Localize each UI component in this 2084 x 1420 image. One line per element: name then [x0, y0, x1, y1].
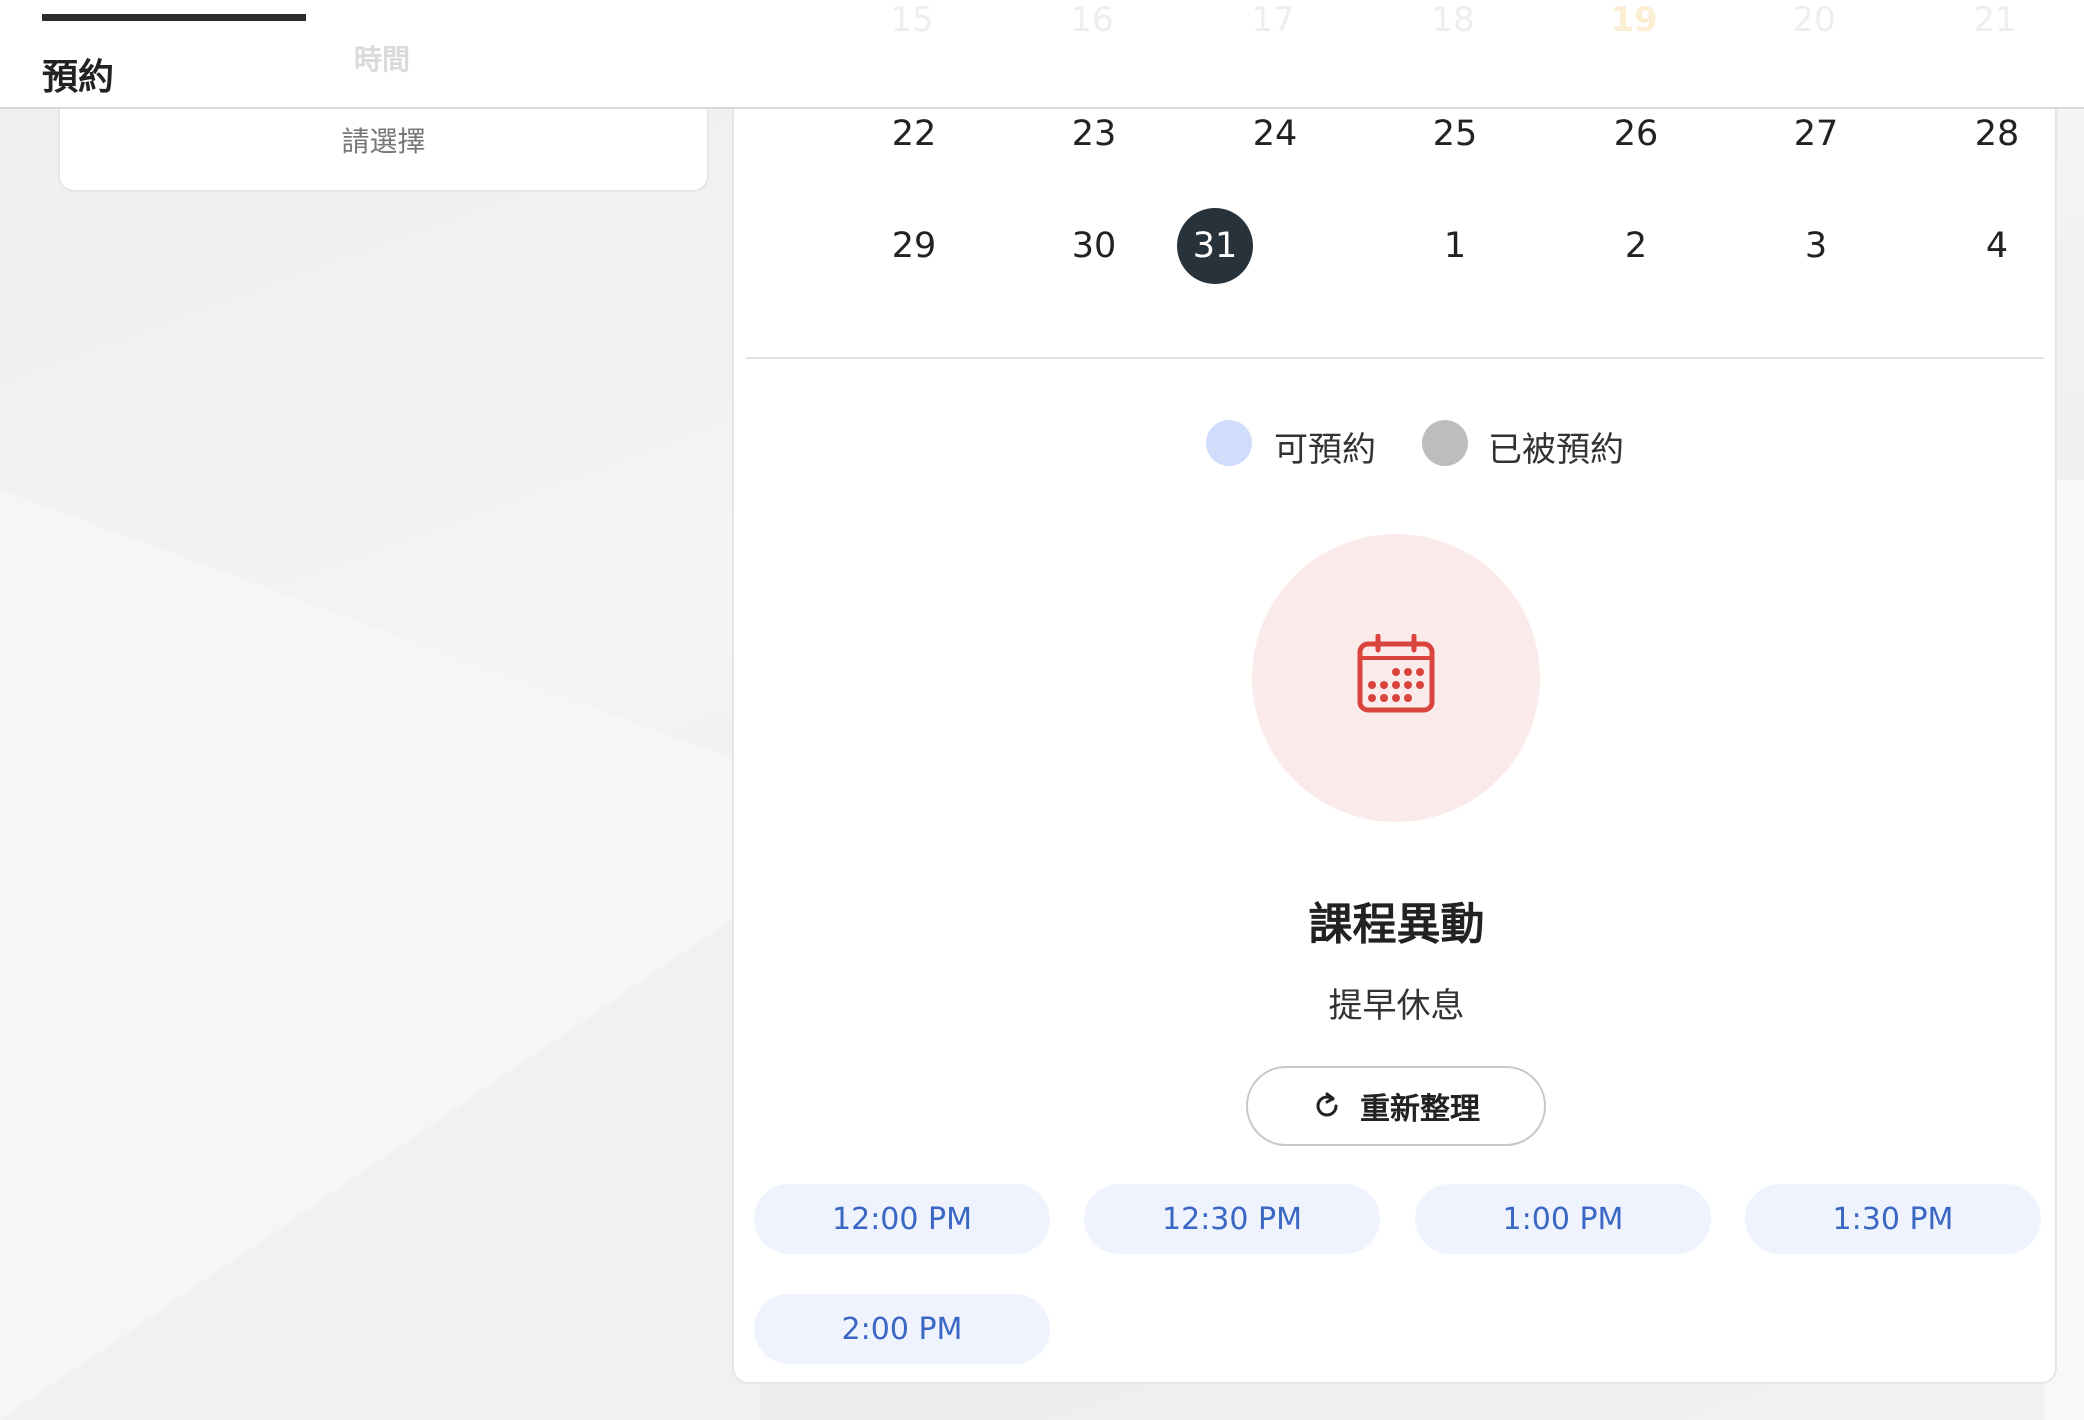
tab-time-label: 時間: [354, 43, 411, 76]
legend: 可預約 已被預約: [734, 418, 2059, 470]
calendar-day-faded: 16: [1070, 0, 1114, 40]
divider: [746, 357, 2044, 359]
calendar-day-faded: 15: [890, 0, 934, 40]
calendar-day[interactable]: 1: [1415, 206, 1495, 286]
calendar-day[interactable]: 29: [874, 206, 954, 286]
background-pane: [0, 900, 760, 1420]
legend-booked-dot: [1422, 420, 1468, 466]
refresh-icon: [1316, 1092, 1338, 1117]
calendar-day-today-faded: 19: [1610, 0, 1658, 40]
time-slot[interactable]: 2:00 PM: [754, 1294, 1050, 1364]
time-slot[interactable]: 12:00 PM: [754, 1184, 1050, 1254]
refresh-button-label: 重新整理: [1360, 1092, 1480, 1127]
calendar-day[interactable]: 30: [1054, 206, 1134, 286]
calendar-week-row: 29 30 31 1 2 3 4: [734, 206, 2059, 286]
time-select-placeholder: 請選擇: [341, 125, 426, 158]
calendar-day-faded: 17: [1251, 0, 1295, 40]
tab-booking[interactable]: 預約: [42, 0, 306, 109]
time-slot[interactable]: 1:30 PM: [1745, 1184, 2041, 1254]
notice-title: 課程異動: [1308, 899, 1485, 950]
legend-available-label: 可預約: [1274, 430, 1376, 470]
refresh-button[interactable]: 重新整理: [1246, 1066, 1546, 1146]
time-slot[interactable]: 12:30 PM: [1084, 1184, 1380, 1254]
active-tab-indicator: [42, 14, 306, 21]
tab-booking-label: 預約: [42, 57, 115, 98]
top-header: 預約 時間 15 16 17 18 19 20 21: [0, 0, 2084, 109]
calendar-week-row-faded: 15 16 17 18 19 20 21: [732, 0, 2057, 40]
legend-available-dot: [1206, 420, 1252, 466]
notice-icon-circle: [1252, 534, 1540, 822]
legend-booked-label: 已被預約: [1488, 430, 1624, 470]
calendar-day[interactable]: 3: [1776, 206, 1856, 286]
time-slot[interactable]: 1:00 PM: [1415, 1184, 1711, 1254]
calendar-day[interactable]: 4: [1957, 206, 2037, 286]
calendar-day-faded: 20: [1792, 0, 1836, 40]
notice-description: 提早休息: [1328, 986, 1465, 1026]
calendar-day-selected[interactable]: 31: [1177, 208, 1253, 284]
background-pane: [0, 490, 760, 1420]
calendar-icon: [1357, 634, 1435, 713]
schedule-panel: 22 23 24 25 26 27 28 29 30 31 1 2 3 4 可預…: [732, 0, 2057, 1384]
calendar-day-faded: 18: [1431, 0, 1475, 40]
calendar-day[interactable]: 2: [1596, 206, 1676, 286]
calendar-day-faded: 21: [1973, 0, 2017, 40]
tab-time[interactable]: 時間: [352, 0, 472, 109]
